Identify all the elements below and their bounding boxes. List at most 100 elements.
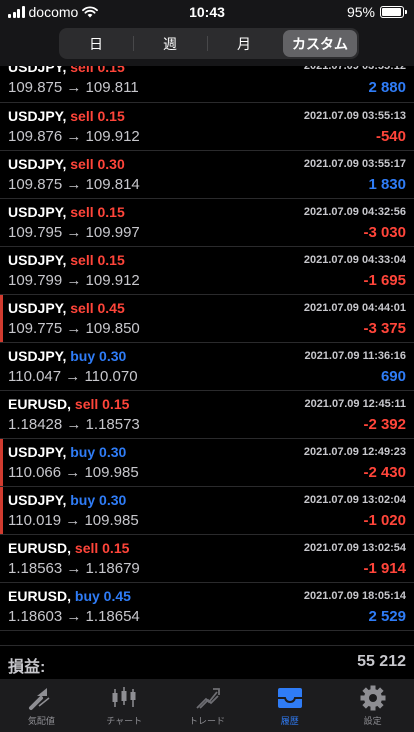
symbol-label: USDJPY, <box>8 204 67 220</box>
trade-symbol: USDJPY, buy 0.30 <box>8 492 126 508</box>
trade-prices: 110.019 → 109.985 <box>8 512 139 529</box>
trade-prices: 109.775 → 109.850 <box>8 320 140 337</box>
trade-row[interactable]: USDJPY, sell 0.30 2021.07.09 03:55:17 109.… <box>0 151 414 199</box>
tab-settings-label: 設定 <box>363 716 382 726</box>
trade-timestamp: 2021.07.09 18:05:14 <box>303 590 406 602</box>
battery-icon <box>380 6 407 18</box>
trade-side: sell 0.30 <box>70 156 125 172</box>
trade-side: sell 0.15 <box>70 252 125 268</box>
period-week-tab[interactable]: 週 <box>133 28 207 59</box>
profit-total-value: 55 212 <box>357 653 406 670</box>
trade-profit: -1 695 <box>363 272 406 289</box>
trade-row[interactable]: EURUSD, buy 0.45 2021.07.09 18:05:14 1.186… <box>0 583 414 631</box>
trade-row[interactable]: USDJPY, sell 0.15 2021.07.09 03:55:12 109.… <box>0 66 414 103</box>
history-icon <box>277 688 302 708</box>
quotes-icon <box>29 688 50 710</box>
trade-timestamp: 2021.07.09 04:33:04 <box>303 254 406 266</box>
trade-timestamp: 2021.07.09 04:32:56 <box>303 206 406 218</box>
trade-row[interactable]: EURUSD, sell 0.15 2021.07.09 12:45:11 1.18… <box>0 391 414 439</box>
summary-row: 損益: 55 212 <box>0 645 414 679</box>
trade-side: sell 0.15 <box>70 66 125 75</box>
trade-side: sell 0.15 <box>70 204 125 220</box>
symbol-label: USDJPY, <box>8 492 67 508</box>
profit-total-label: 損益: <box>8 659 46 676</box>
trade-symbol: EURUSD, sell 0.15 <box>8 396 129 412</box>
trade-timestamp: 2021.07.09 12:49:23 <box>303 446 406 458</box>
symbol-label: EURUSD, <box>8 396 72 412</box>
symbol-label: USDJPY, <box>8 156 67 172</box>
symbol-label: EURUSD, <box>8 588 72 604</box>
trade-row[interactable]: USDJPY, buy 0.30 2021.07.09 12:49:23 110.0… <box>0 439 414 487</box>
trade-symbol: USDJPY, sell 0.45 <box>8 300 125 316</box>
trade-timestamp: 2021.07.09 13:02:04 <box>303 494 406 506</box>
trade-symbol: USDJPY, sell 0.15 <box>8 108 125 124</box>
symbol-label: USDJPY, <box>8 300 67 316</box>
period-custom-tab[interactable]: カスタム <box>283 30 357 57</box>
trade-prices: 109.799 → 109.912 <box>8 272 140 289</box>
trade-profit: -2 392 <box>363 416 406 433</box>
trade-symbol: USDJPY, sell 0.30 <box>8 156 125 172</box>
trade-timestamp: 2021.07.09 11:36:16 <box>304 350 406 362</box>
trade-side: buy 0.45 <box>74 588 131 604</box>
period-day-tab[interactable]: 日 <box>59 28 133 59</box>
trade-prices: 110.066 → 109.985 <box>8 464 139 481</box>
symbol-label: USDJPY, <box>8 348 67 364</box>
trade-profit: -2 430 <box>363 464 406 481</box>
period-month-tab[interactable]: 月 <box>207 28 281 59</box>
trade-side: sell 0.15 <box>74 396 130 412</box>
trade-timestamp: 2021.07.09 03:55:13 <box>303 110 406 122</box>
trade-side: sell 0.15 <box>70 108 125 124</box>
tab-chart[interactable]: チャート <box>83 679 166 732</box>
period-segmented-control: 日 週 月 カスタム <box>59 28 359 59</box>
trade-row[interactable]: EURUSD, sell 0.15 2021.07.09 13:02:54 1.18… <box>0 535 414 583</box>
trade-profit: -1 020 <box>363 512 406 529</box>
symbol-label: EURUSD, <box>8 540 72 556</box>
trade-prices: 1.18428 → 1.18573 <box>8 416 140 433</box>
trade-profit: -1 914 <box>363 560 406 577</box>
trade-side: sell 0.45 <box>70 300 125 316</box>
tab-history-label: 履歴 <box>280 716 299 726</box>
trade-row[interactable]: USDJPY, buy 0.30 2021.07.09 11:36:16 110.0… <box>0 343 414 391</box>
tab-settings[interactable]: 設定 <box>331 679 414 732</box>
header: 日 週 月 カスタム <box>0 24 414 66</box>
trade-profit: 1 830 <box>368 176 406 193</box>
trade-timestamp: 2021.07.09 03:55:17 <box>303 158 406 170</box>
status-bar: docomo 10:43 95% <box>0 0 414 24</box>
trade-timestamp: 2021.07.09 12:45:11 <box>304 398 406 410</box>
trade-row[interactable]: USDJPY, sell 0.15 2021.07.09 03:55:13 109.… <box>0 103 414 151</box>
trade-row[interactable]: USDJPY, sell 0.45 2021.07.09 04:44:01 109.… <box>0 295 414 343</box>
trade-row[interactable]: USDJPY, sell 0.15 2021.07.09 04:32:56 109.… <box>0 199 414 247</box>
battery-percent: 95% <box>346 4 375 20</box>
settings-icon <box>360 685 386 711</box>
tab-history[interactable]: 履歴 <box>248 679 331 732</box>
trade-prices: 109.876 → 109.912 <box>8 128 140 145</box>
status-right: 95% <box>346 4 407 20</box>
trade-prices: 109.875 → 109.814 <box>8 176 140 193</box>
trade-row[interactable]: USDJPY, buy 0.30 2021.07.09 13:02:04 110.0… <box>0 487 414 535</box>
tab-trade[interactable]: トレード <box>166 679 249 732</box>
trade-prices: 109.795 → 109.997 <box>8 224 140 241</box>
trade-row[interactable]: USDJPY, sell 0.15 2021.07.09 04:33:04 109.… <box>0 247 414 295</box>
trade-profit: 2 880 <box>368 79 406 96</box>
tab-trade-label: トレード <box>188 716 225 726</box>
trade-symbol: USDJPY, buy 0.30 <box>8 348 126 364</box>
trade-side: buy 0.30 <box>70 348 127 364</box>
trade-history-list[interactable]: USDJPY, sell 0.15 2021.07.09 03:55:12 109.… <box>0 66 414 645</box>
symbol-label: USDJPY, <box>8 444 67 460</box>
trade-profit: 2 529 <box>368 608 406 625</box>
tab-quotes[interactable]: 気配値 <box>0 679 83 732</box>
symbol-label: USDJPY, <box>8 66 67 75</box>
trade-symbol: USDJPY, sell 0.15 <box>8 204 125 220</box>
trade-timestamp: 2021.07.09 13:02:54 <box>303 542 406 554</box>
trade-side: buy 0.30 <box>70 492 127 508</box>
tab-bar: 気配値 チャート トレード 履歴 設定 <box>0 679 414 732</box>
tab-quotes-label: 気配値 <box>27 716 55 726</box>
trade-profit: -3 030 <box>363 224 406 241</box>
symbol-label: USDJPY, <box>8 108 67 124</box>
trade-prices: 1.18603 → 1.18654 <box>8 608 140 625</box>
symbol-label: USDJPY, <box>8 252 67 268</box>
trade-icon <box>196 688 220 709</box>
trade-symbol: EURUSD, sell 0.15 <box>8 540 129 556</box>
tab-chart-label: チャート <box>106 716 143 726</box>
trade-symbol: USDJPY, sell 0.15 <box>8 66 125 75</box>
